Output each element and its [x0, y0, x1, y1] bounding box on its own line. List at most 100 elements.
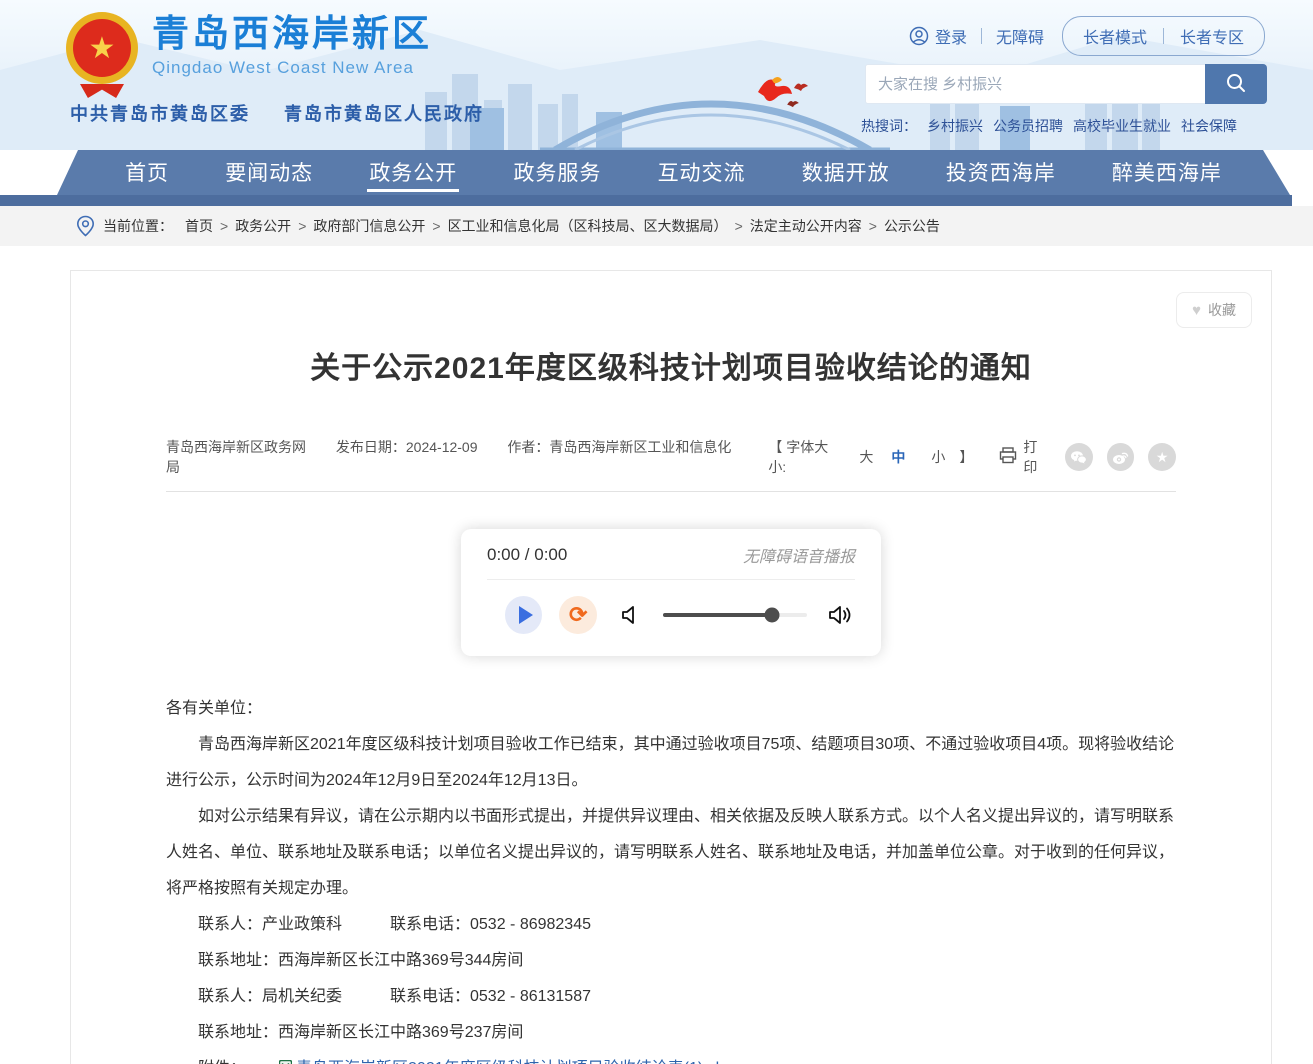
nav-item-gov-disclosure[interactable]: 政务公开 [367, 153, 459, 192]
print-label: 打印 [1023, 437, 1050, 477]
paragraph: 如对公示结果有异议，请在公示期内以书面形式提出，并提供异议理由、相关依据及反映人… [166, 799, 1176, 907]
tts-audio-player: 0:00 / 0:00 无障碍语音播报 ⟳ [461, 529, 881, 656]
article-meta-left: 青岛西海岸新区政务网 发布日期：2024-12-09 作者：青岛西海岸新区工业和… [166, 437, 768, 477]
salutation: 各有关单位： [166, 691, 1176, 727]
breadcrumb-item-gov-disclosure[interactable]: 政务公开 [235, 216, 291, 236]
heart-icon: ♥ [1192, 302, 1201, 319]
hot-search-row: 热搜词： 乡村振兴公务员招聘高校毕业生就业社会保障 [861, 116, 1237, 136]
article-meta-right: 【 字体大小: 大 中 小 】 打印 ★ [768, 437, 1176, 477]
divider [1163, 28, 1164, 44]
attachment-label: 附件： [198, 1060, 246, 1064]
attachment-link[interactable]: 青岛西海岸新区2021年度区级科技计划项目验收结论表(1).xlsx [296, 1060, 735, 1064]
location-pin-icon [76, 215, 95, 237]
article-body: 各有关单位： 青岛西海岸新区2021年度区级科技计划项目验收工作已结束，其中通过… [166, 691, 1176, 1064]
nav-item-interaction[interactable]: 互动交流 [656, 153, 748, 192]
site-name-en: Qingdao West Coast New Area [152, 56, 432, 80]
font-size-small-button[interactable]: 小 [931, 447, 945, 467]
search-bar [865, 64, 1267, 104]
breadcrumb-separator: > [220, 218, 228, 234]
site-name: 青岛西海岸新区 [152, 12, 432, 56]
divider [981, 28, 982, 44]
org-left: 中共青岛市黄岛区委 [70, 104, 250, 124]
page-title: 关于公示2021年度区级科技计划项目验收结论的通知 [166, 343, 1176, 387]
play-icon [519, 606, 533, 624]
contact-line: 联系人：局机关纪委 联系电话：0532 - 86131587 [166, 979, 1176, 1015]
star-glyph: ★ [1156, 449, 1169, 466]
elder-zone-link[interactable]: 长者专区 [1180, 24, 1244, 48]
contact-line: 联系人：产业政策科 联系电话：0532 - 86982345 [166, 907, 1176, 943]
replay-button[interactable]: ⟳ [559, 596, 596, 634]
hot-word[interactable]: 社会保障 [1181, 118, 1237, 134]
nav-bottom-strip [0, 195, 1292, 206]
favorite-label: 收藏 [1208, 300, 1236, 320]
volume-max-icon[interactable] [827, 603, 855, 627]
player-caption: 无障碍语音播报 [743, 543, 855, 567]
paragraph: 青岛西海岸新区2021年度区级科技计划项目验收工作已结束，其中通过验收项目75项… [166, 727, 1176, 799]
org-right: 青岛市黄岛区人民政府 [284, 104, 484, 124]
font-size-label: 【 字体大小: [768, 437, 845, 477]
replay-icon: ⟳ [569, 602, 587, 628]
printer-icon [999, 447, 1017, 467]
accessibility-link[interactable]: 无障碍 [996, 24, 1044, 48]
weibo-share-icon[interactable] [1107, 443, 1135, 471]
hot-word[interactable]: 乡村振兴 [927, 118, 983, 134]
nav-item-gov-services[interactable]: 政务服务 [511, 153, 603, 192]
play-button[interactable] [505, 596, 542, 634]
login-link[interactable]: 登录 [935, 24, 967, 48]
national-emblem-icon: ★ [66, 12, 138, 104]
main-content: ♥ 收藏 关于公示2021年度区级科技计划项目验收结论的通知 青岛西海岸新区政务… [0, 246, 1313, 1064]
excel-file-icon [246, 1053, 293, 1064]
nav-item-home[interactable]: 首页 [123, 153, 171, 192]
nav-item-open-data[interactable]: 数据开放 [800, 153, 892, 192]
article-card: ♥ 收藏 关于公示2021年度区级科技计划项目验收结论的通知 青岛西海岸新区政务… [70, 270, 1272, 1064]
volume-slider[interactable] [663, 613, 807, 617]
favorite-button[interactable]: ♥ 收藏 [1176, 292, 1252, 328]
elder-pill: 长者模式 长者专区 [1062, 16, 1265, 56]
volume-min-icon[interactable] [619, 603, 643, 627]
small-bird-icon [786, 98, 800, 108]
wechat-share-icon[interactable] [1065, 443, 1093, 471]
search-input[interactable] [865, 64, 1205, 104]
site-logo: ★ 青岛西海岸新区 Qingdao West Coast New Area [66, 12, 432, 104]
breadcrumb: 当前位置： 首页 > 政务公开 > 政府部门信息公开 > 区工业和信息化局（区科… [0, 206, 1313, 246]
publish-date: 发布日期：2024-12-09 [336, 439, 478, 455]
search-icon [1225, 72, 1247, 97]
breadcrumb-label: 当前位置： [103, 216, 173, 236]
attachment-row: 附件： 青岛西海岸新区2021年度区级科技计划项目验收结论表(1).xlsx [166, 1051, 1176, 1064]
elder-mode-link[interactable]: 长者模式 [1083, 24, 1147, 48]
small-bird-icon [793, 80, 809, 92]
print-button[interactable]: 打印 [999, 437, 1050, 477]
breadcrumb-item-bureau[interactable]: 区工业和信息化局（区科技局、区大数据局） [448, 216, 728, 236]
user-icon [909, 26, 929, 46]
site-header: ★ 青岛西海岸新区 Qingdao West Coast New Area 中共… [0, 0, 1313, 150]
breadcrumb-item-home[interactable]: 首页 [185, 216, 213, 236]
font-size-large-button[interactable]: 大 [859, 447, 873, 467]
volume-slider-thumb[interactable] [765, 608, 780, 623]
breadcrumb-separator: > [432, 218, 440, 234]
main-navigation: 首页 要闻动态 政务公开 政务服务 互动交流 数据开放 投资西海岸 醉美西海岸 [0, 150, 1313, 206]
contact-line: 联系地址：西海岸新区长江中路369号237房间 [166, 1015, 1176, 1051]
player-time: 0:00 / 0:00 [487, 545, 567, 565]
org-names: 中共青岛市黄岛区委 青岛市黄岛区人民政府 [70, 100, 484, 126]
player-divider [487, 579, 855, 580]
contact-line: 联系地址：西海岸新区长江中路369号344房间 [166, 943, 1176, 979]
favorite-star-icon[interactable]: ★ [1148, 443, 1176, 471]
breadcrumb-separator: > [298, 218, 306, 234]
hot-word[interactable]: 高校毕业生就业 [1073, 118, 1171, 134]
font-size-label-close: 】 [959, 447, 973, 467]
breadcrumb-item-statutory[interactable]: 法定主动公开内容 [750, 216, 862, 236]
article-meta-row: 青岛西海岸新区政务网 发布日期：2024-12-09 作者：青岛西海岸新区工业和… [166, 437, 1176, 492]
hot-search-label: 热搜词： [861, 118, 917, 134]
breadcrumb-separator: > [869, 218, 877, 234]
nav-item-tourism[interactable]: 醉美西海岸 [1110, 153, 1224, 192]
nav-item-news[interactable]: 要闻动态 [223, 153, 315, 192]
hot-word[interactable]: 公务员招聘 [993, 118, 1063, 134]
font-size-medium-button[interactable]: 中 [891, 447, 905, 467]
utility-bar: 登录 无障碍 长者模式 长者专区 [909, 16, 1265, 56]
article-source: 青岛西海岸新区政务网 [166, 439, 306, 455]
search-button[interactable] [1205, 64, 1267, 104]
breadcrumb-separator: > [735, 218, 743, 234]
breadcrumb-item-notices[interactable]: 公示公告 [884, 216, 940, 236]
breadcrumb-item-dept-info[interactable]: 政府部门信息公开 [313, 216, 425, 236]
nav-item-invest[interactable]: 投资西海岸 [944, 153, 1058, 192]
